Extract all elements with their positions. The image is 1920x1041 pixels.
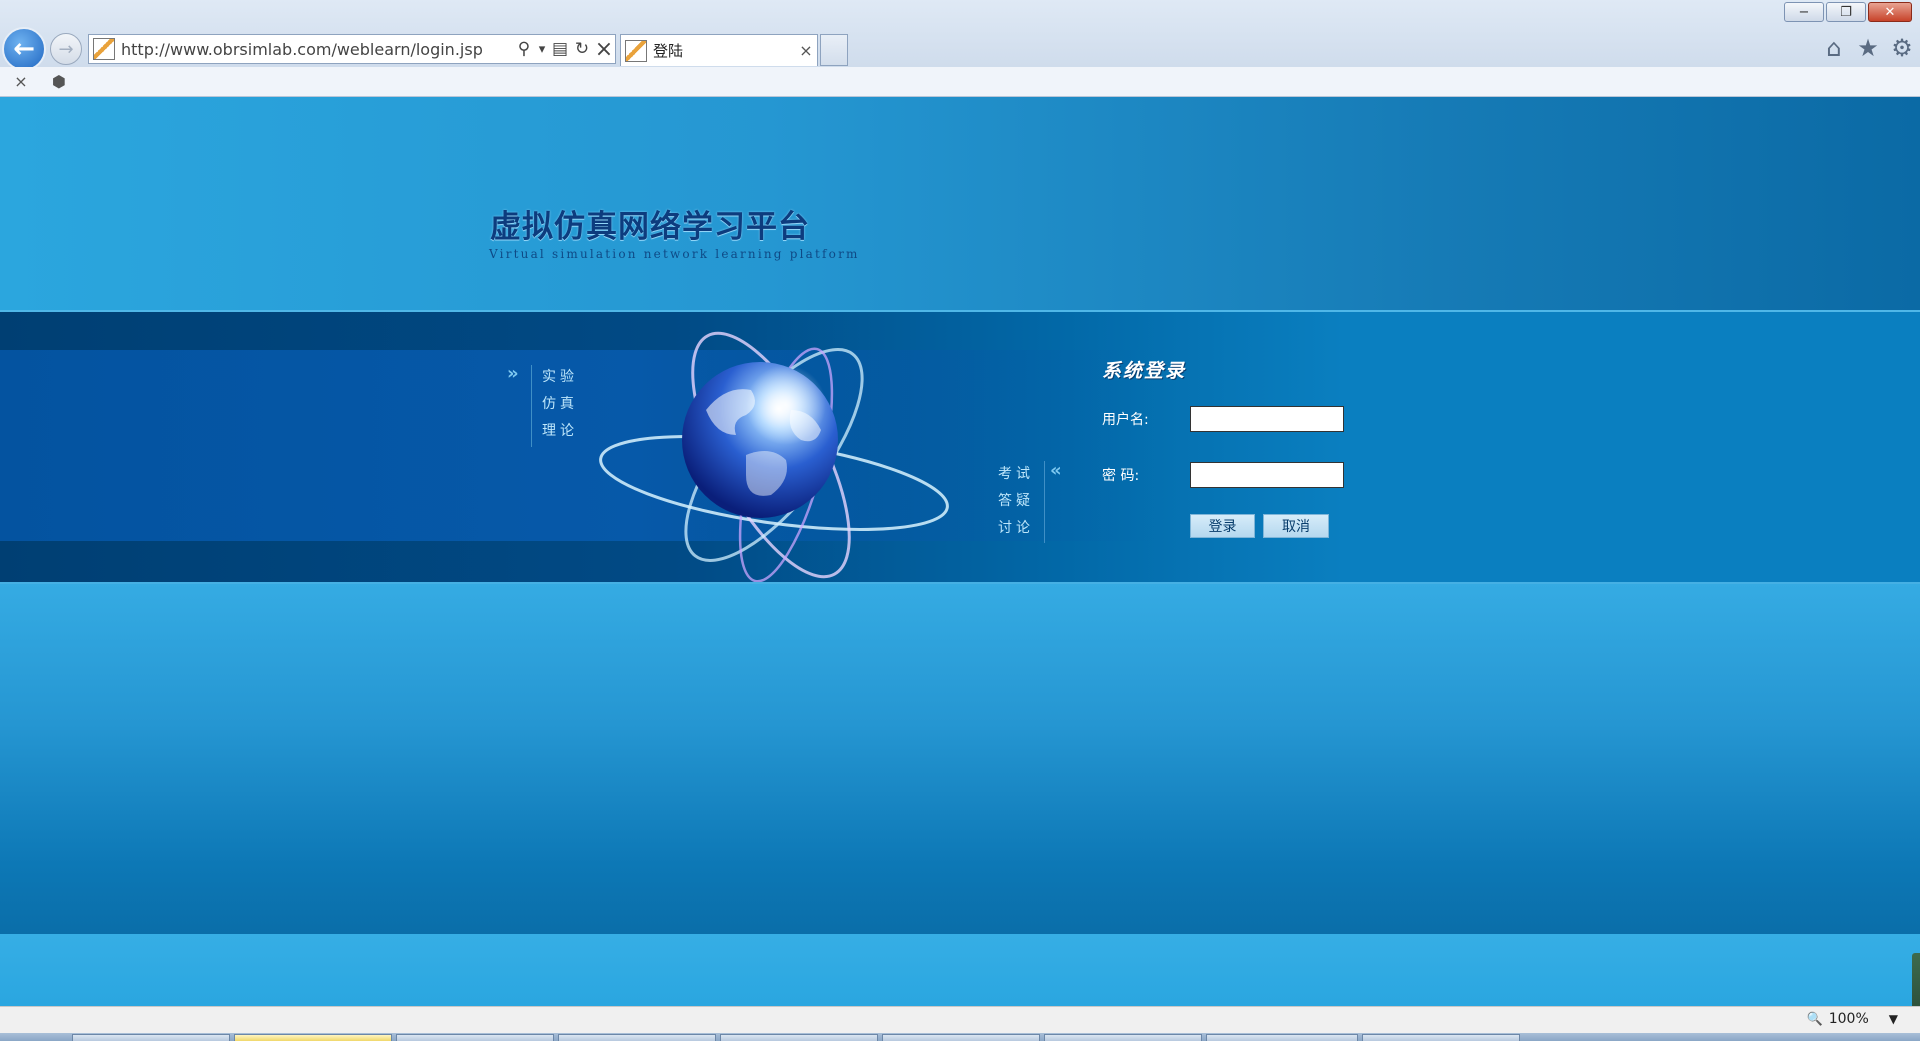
- taskbar-item[interactable]: [72, 1034, 230, 1041]
- addon-icon[interactable]: ⬢: [44, 70, 74, 94]
- restore-button[interactable]: ❐: [1826, 2, 1866, 22]
- taskbar-item[interactable]: [234, 1034, 392, 1041]
- browser-chrome: − ❐ ✕ ← → http://www.obrsimlab.com/weble…: [0, 0, 1920, 71]
- tab-title: 登陆: [653, 42, 684, 60]
- divider: [1044, 461, 1045, 543]
- command-bar: × ⬢: [0, 67, 1920, 97]
- stop-icon[interactable]: ×: [593, 37, 615, 62]
- right-nav: 考试 答疑 讨论: [998, 461, 1034, 542]
- side-grip[interactable]: [1912, 953, 1920, 1011]
- password-label: 密 码:: [1102, 468, 1140, 484]
- tab-login[interactable]: 登陆 ×: [620, 34, 818, 66]
- taskbar-item[interactable]: [882, 1034, 1040, 1041]
- address-bar[interactable]: http://www.obrsimlab.com/weblearn/login.…: [88, 34, 616, 64]
- username-input[interactable]: [1190, 406, 1344, 432]
- home-icon[interactable]: ⌂: [1820, 34, 1848, 62]
- divider: [531, 365, 532, 447]
- favorites-icon[interactable]: ★: [1854, 34, 1882, 62]
- compatibility-view-icon[interactable]: ▤: [549, 37, 571, 61]
- new-tab-button[interactable]: [820, 34, 848, 66]
- close-bar-icon[interactable]: ×: [6, 70, 36, 94]
- window-controls: − ❐ ✕: [1784, 2, 1912, 22]
- minimize-button[interactable]: −: [1784, 2, 1824, 22]
- forward-arrow-icon: →: [58, 38, 74, 60]
- taskbar-item[interactable]: [1362, 1034, 1520, 1041]
- taskbar-item[interactable]: [1044, 1034, 1202, 1041]
- double-chevron-left-icon: «: [1050, 460, 1062, 481]
- back-arrow-icon: ←: [13, 34, 35, 64]
- header-banner: 虚拟仿真网络学习平台 Virtual simulation network le…: [0, 97, 1920, 312]
- footer-strip: [0, 934, 1920, 1006]
- search-dropdown-icon[interactable]: ▾: [535, 37, 549, 61]
- gear-icon[interactable]: ⚙: [1888, 34, 1916, 62]
- cancel-button[interactable]: 取消: [1263, 514, 1329, 538]
- left-nav: 实验 仿真 理论: [542, 364, 578, 445]
- username-label: 用户名:: [1102, 412, 1149, 428]
- url-text[interactable]: http://www.obrsimlab.com/weblearn/login.…: [121, 40, 513, 59]
- login-banner: [0, 312, 1920, 582]
- nav-item-qa[interactable]: 答疑: [998, 488, 1034, 515]
- status-bar: 🔍 100% ▼: [0, 1006, 1920, 1034]
- taskbar-item[interactable]: [720, 1034, 878, 1041]
- globe-illustration: [599, 331, 949, 583]
- taskbar-item[interactable]: [396, 1034, 554, 1041]
- back-button[interactable]: ←: [2, 27, 46, 71]
- nav-item-exam[interactable]: 考试: [998, 461, 1034, 488]
- nav-item-discussion[interactable]: 讨论: [998, 515, 1034, 542]
- zoom-level: 100%: [1828, 1011, 1869, 1027]
- nav-item-theory[interactable]: 理论: [542, 418, 578, 445]
- chevron-down-icon[interactable]: ▼: [1889, 1012, 1898, 1026]
- site-title: 虚拟仿真网络学习平台: [490, 209, 810, 245]
- zoom-control[interactable]: 🔍 100% ▼: [1807, 1011, 1898, 1027]
- tab-close-icon[interactable]: ×: [795, 41, 817, 60]
- nav-item-experiment[interactable]: 实验: [542, 364, 578, 391]
- forward-button[interactable]: →: [50, 33, 82, 65]
- lower-background: [0, 584, 1920, 934]
- search-icon[interactable]: ⚲: [513, 37, 535, 61]
- taskbar: [0, 1033, 1920, 1041]
- nav-item-simulation[interactable]: 仿真: [542, 391, 578, 418]
- zoom-icon: 🔍: [1806, 1011, 1823, 1027]
- site-favicon-icon: [93, 38, 115, 60]
- site-subtitle: Virtual simulation network learning plat…: [489, 247, 860, 261]
- tab-favicon-icon: [625, 39, 647, 62]
- taskbar-item[interactable]: [558, 1034, 716, 1041]
- login-button[interactable]: 登录: [1190, 514, 1255, 538]
- close-window-button[interactable]: ✕: [1868, 2, 1912, 22]
- browser-tools: ⌂ ★ ⚙: [1820, 34, 1916, 62]
- refresh-icon[interactable]: ↻: [571, 37, 593, 61]
- taskbar-item[interactable]: [1206, 1034, 1358, 1041]
- banner-stripe: [0, 350, 1160, 541]
- password-input[interactable]: [1190, 462, 1344, 488]
- login-title: 系统登录: [1102, 360, 1187, 382]
- double-chevron-right-icon: »: [507, 363, 519, 384]
- page-content: 虚拟仿真网络学习平台 Virtual simulation network le…: [0, 97, 1920, 1011]
